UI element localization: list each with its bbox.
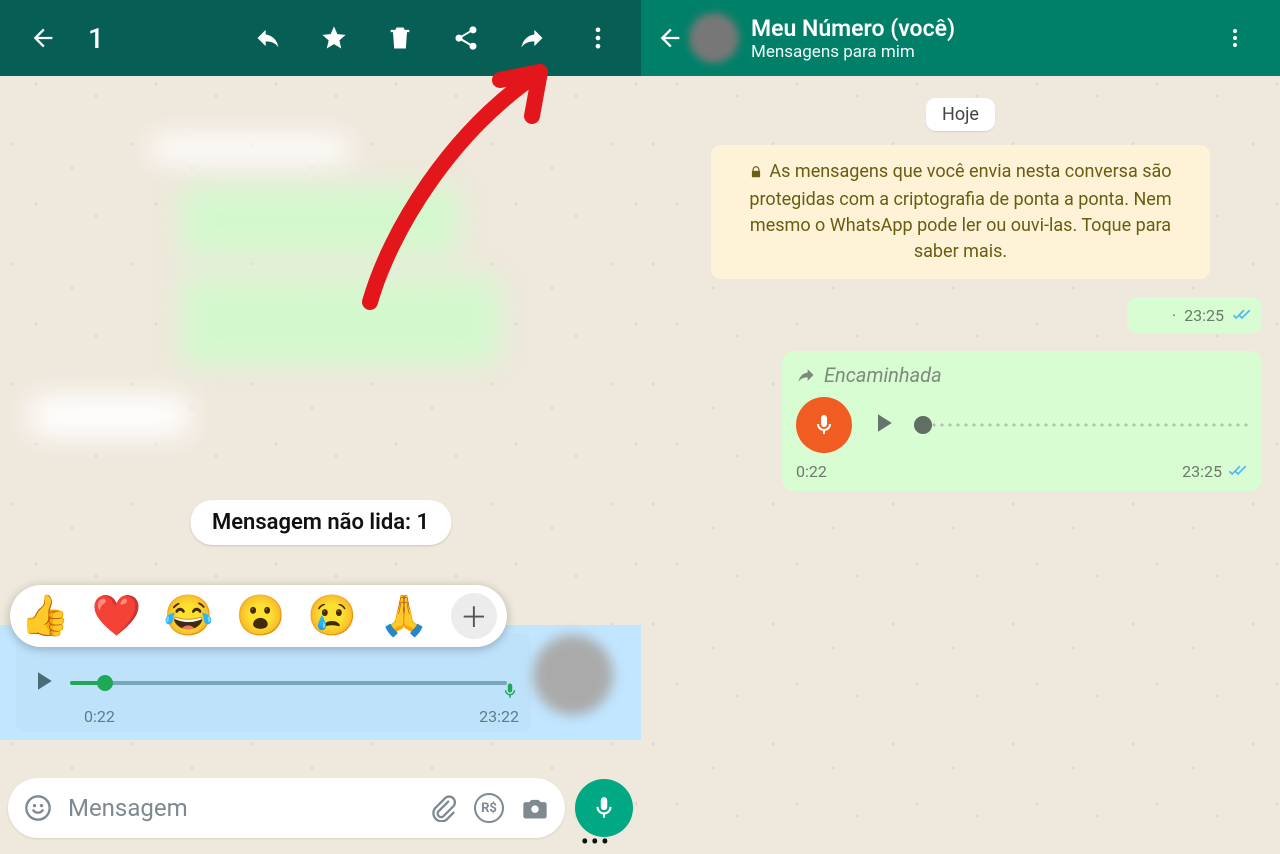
lock-icon [749,161,763,187]
delete-icon[interactable] [377,15,423,61]
voice-message-incoming[interactable]: 0:22 23:22 [16,633,531,732]
chat-body[interactable]: Hoje As mensagens que você envia nesta c… [641,76,1280,854]
voice-duration: 0:22 [84,707,115,726]
unread-chip: Mensagem não lida: 1 [190,500,451,545]
input-placeholder: Mensagem [68,794,413,822]
share-icon[interactable] [443,15,489,61]
read-ticks-icon [1232,305,1252,325]
voice-track[interactable] [70,681,507,685]
selection-count: 1 [88,22,104,55]
reply-icon[interactable] [245,15,291,61]
attach-icon[interactable] [427,792,459,824]
more-icon[interactable] [1212,15,1258,61]
back-icon[interactable] [653,24,687,52]
contact-name: Meu Número (você) [751,15,955,42]
blurred-chat-content [0,76,641,506]
forwarded-label: Encaminhada [796,363,1248,387]
message-input[interactable]: Mensagem R$ [8,778,565,838]
reaction-wow[interactable]: 😮 [235,596,285,636]
reaction-bar: 👍 ❤️ 😂 😮 😢 🙏 ＋ [10,585,507,647]
mic-button[interactable] [575,779,633,837]
camera-icon[interactable] [519,792,551,824]
chat-header: Meu Número (você) Mensagens para mim [641,0,1280,76]
encryption-text: As mensagens que você envia nesta conver… [749,161,1171,262]
forward-icon[interactable] [509,15,555,61]
emoji-icon[interactable] [22,792,54,824]
sender-avatar [533,635,613,715]
reaction-laugh[interactable]: 😂 [164,596,214,636]
outgoing-bubble-small[interactable]: · 23:25 [1127,297,1262,333]
right-pane: Meu Número (você) Mensagens para mim Hoj… [641,0,1280,854]
forward-small-icon [796,365,816,385]
voice-track[interactable] [914,415,1248,435]
reaction-thumbs-up[interactable]: 👍 [20,596,70,636]
outgoing-voice-message[interactable]: Encaminhada 0:22 23:25 [782,351,1262,491]
reaction-heart[interactable]: ❤️ [92,596,142,636]
payment-icon[interactable]: R$ [473,792,505,824]
voice-avatar-icon [796,397,852,453]
read-ticks-icon [1228,461,1248,481]
play-icon[interactable] [868,408,898,442]
reaction-pray[interactable]: 🙏 [379,596,429,636]
header-titles[interactable]: Meu Número (você) Mensagens para mim [751,15,955,62]
selection-header: 1 [0,0,641,76]
voice-time: 23:22 [479,707,519,726]
contact-subtitle: Mensagens para mim [751,42,955,62]
mic-badge-icon [501,682,519,704]
reaction-more[interactable]: ＋ [451,593,497,639]
voice-duration: 0:22 [796,462,827,481]
reaction-sad[interactable]: 😢 [307,596,357,636]
left-pane: 1 [0,0,641,854]
voice-time: 23:25 [1182,462,1222,481]
input-row: Mensagem R$ [8,778,633,838]
contact-avatar[interactable] [689,13,739,63]
date-chip: Hoje [926,98,995,131]
back-icon[interactable] [20,15,66,61]
more-icon[interactable] [575,15,621,61]
star-icon[interactable] [311,15,357,61]
composite-screenshot: 1 [0,0,1280,854]
message-time: 23:25 [1184,306,1224,325]
encryption-notice[interactable]: As mensagens que você envia nesta conver… [711,145,1209,279]
play-icon[interactable] [28,666,58,700]
